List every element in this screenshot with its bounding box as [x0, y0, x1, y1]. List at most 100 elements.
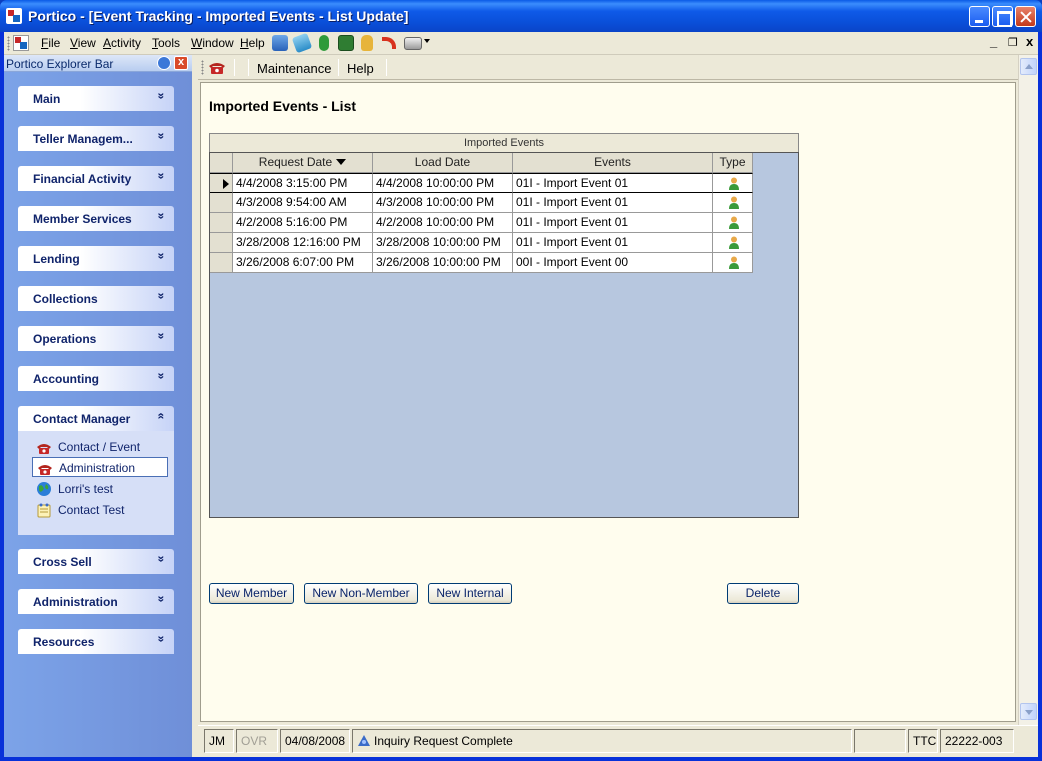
chevron-down-icon[interactable]: »: [155, 133, 169, 140]
cell-load-date[interactable]: 4/2/2008 10:00:00 PM: [373, 213, 513, 233]
chevron-down-icon[interactable]: »: [155, 293, 169, 300]
cell-event[interactable]: 00I - Import Event 00: [513, 253, 713, 273]
status-bar: JM OVR 04/08/2008 Inquiry Request Comple…: [198, 725, 1038, 755]
title-bar[interactable]: Portico - [Event Tracking - Imported Eve…: [0, 0, 1042, 32]
group-teller-management[interactable]: Teller Managem... »: [18, 126, 174, 151]
chevron-up-icon[interactable]: «: [155, 413, 169, 420]
mdi-restore-button[interactable]: ❐: [1008, 36, 1018, 49]
toolbar-grip-icon[interactable]: [7, 36, 10, 51]
chevron-down-icon[interactable]: »: [155, 596, 169, 603]
cell-load-date[interactable]: 3/28/2008 10:00:00 PM: [373, 233, 513, 253]
chevron-down-icon[interactable]: »: [155, 213, 169, 220]
splitter[interactable]: [192, 55, 198, 757]
row-selector-header[interactable]: [210, 153, 233, 173]
cell-type[interactable]: [713, 233, 753, 253]
dollar-icon[interactable]: [319, 35, 329, 51]
group-operations[interactable]: Operations »: [18, 326, 174, 351]
task-lorris-test[interactable]: Lorri's test: [32, 479, 168, 499]
task-contact-test[interactable]: Contact Test: [32, 500, 168, 520]
explorer-close-icon[interactable]: x: [174, 56, 188, 70]
help-menu[interactable]: Help: [347, 61, 374, 76]
chevron-down-icon[interactable]: »: [155, 373, 169, 380]
cell-event[interactable]: 01I - Import Event 01: [513, 173, 713, 193]
menu-view[interactable]: View: [70, 36, 96, 50]
cell-request-date[interactable]: 4/4/2008 3:15:00 PM: [233, 173, 373, 193]
minimize-button[interactable]: [969, 6, 990, 27]
chevron-down-icon[interactable]: »: [155, 556, 169, 563]
cell-load-date[interactable]: 4/4/2008 10:00:00 PM: [373, 173, 513, 193]
mdi-minimize-button[interactable]: _: [990, 34, 997, 49]
cell-type[interactable]: [713, 213, 753, 233]
cell-request-date[interactable]: 4/3/2008 9:54:00 AM: [233, 193, 373, 213]
group-cross-sell[interactable]: Cross Sell »: [18, 549, 174, 574]
group-member-services[interactable]: Member Services »: [18, 206, 174, 231]
task-contact-event[interactable]: Contact / Event: [32, 437, 168, 457]
menu-help[interactable]: Help: [240, 36, 265, 50]
chevron-down-icon[interactable]: »: [155, 636, 169, 643]
group-resources[interactable]: Resources »: [18, 629, 174, 654]
chevron-down-icon[interactable]: »: [155, 253, 169, 260]
network-icon: [358, 735, 370, 746]
money-icon[interactable]: [338, 35, 354, 51]
chevron-down-icon[interactable]: »: [155, 333, 169, 340]
card-icon[interactable]: [291, 32, 313, 54]
menu-tools[interactable]: Tools: [152, 36, 180, 50]
close-button[interactable]: [1015, 6, 1036, 27]
toolbar-grip-icon[interactable]: [201, 60, 204, 75]
new-non-member-button[interactable]: New Non-Member: [304, 583, 418, 604]
cell-event[interactable]: 01I - Import Event 01: [513, 233, 713, 253]
cell-load-date[interactable]: 4/3/2008 10:00:00 PM: [373, 193, 513, 213]
row-selector[interactable]: [210, 233, 233, 253]
group-main[interactable]: Main »: [18, 86, 174, 111]
scroll-down-icon[interactable]: [1020, 703, 1037, 720]
redo-arrow-icon[interactable]: [382, 37, 396, 49]
column-header-load-date[interactable]: Load Date: [373, 153, 513, 173]
phone-icon[interactable]: [208, 60, 226, 74]
app-icon[interactable]: [6, 8, 22, 24]
mdi-close-button[interactable]: x: [1026, 34, 1033, 49]
column-header-events[interactable]: Events: [513, 153, 713, 173]
group-lending[interactable]: Lending »: [18, 246, 174, 271]
group-accounting[interactable]: Accounting »: [18, 366, 174, 391]
group-administration[interactable]: Administration »: [18, 589, 174, 614]
chevron-down-icon[interactable]: »: [155, 173, 169, 180]
row-selector[interactable]: [210, 173, 233, 193]
cell-event[interactable]: 01I - Import Event 01: [513, 213, 713, 233]
scroll-up-icon[interactable]: [1020, 58, 1037, 75]
cell-load-date[interactable]: 3/26/2008 10:00:00 PM: [373, 253, 513, 273]
portico-logo-icon[interactable]: [13, 35, 29, 51]
row-selector[interactable]: [210, 213, 233, 233]
imported-events-grid[interactable]: Request Date Load Date Events Type 4/4/2…: [209, 152, 799, 518]
column-header-request-date[interactable]: Request Date: [233, 153, 373, 173]
cell-request-date[interactable]: 3/28/2008 12:16:00 PM: [233, 233, 373, 253]
cell-type[interactable]: [713, 173, 753, 193]
cell-request-date[interactable]: 4/2/2008 5:16:00 PM: [233, 213, 373, 233]
chevron-down-icon[interactable]: »: [155, 93, 169, 100]
task-administration[interactable]: Administration: [32, 457, 168, 477]
group-collections[interactable]: Collections »: [18, 286, 174, 311]
moneybag-icon[interactable]: [361, 35, 373, 51]
group-label: Teller Managem...: [33, 132, 133, 146]
printer-icon[interactable]: [404, 37, 422, 50]
new-internal-button[interactable]: New Internal: [428, 583, 512, 604]
new-member-button[interactable]: New Member: [209, 583, 294, 604]
pin-icon[interactable]: [157, 56, 171, 70]
menu-activity[interactable]: Activity: [103, 36, 141, 50]
dropdown-arrow-icon[interactable]: [424, 39, 430, 43]
group-contact-manager[interactable]: Contact Manager «: [18, 406, 174, 431]
group-financial-activity[interactable]: Financial Activity »: [18, 166, 174, 191]
menu-file[interactable]: File: [41, 36, 60, 50]
row-selector[interactable]: [210, 253, 233, 273]
cell-event[interactable]: 01I - Import Event 01: [513, 193, 713, 213]
maximize-button[interactable]: [992, 6, 1013, 27]
computer-icon[interactable]: [272, 35, 288, 51]
row-selector[interactable]: [210, 193, 233, 213]
column-header-type[interactable]: Type: [713, 153, 753, 173]
maintenance-menu[interactable]: Maintenance: [257, 61, 331, 76]
menu-window[interactable]: Window: [191, 36, 234, 50]
delete-button[interactable]: Delete: [727, 583, 799, 604]
vertical-scrollbar[interactable]: [1018, 55, 1038, 725]
cell-type[interactable]: [713, 253, 753, 273]
cell-request-date[interactable]: 3/26/2008 6:07:00 PM: [233, 253, 373, 273]
cell-type[interactable]: [713, 193, 753, 213]
